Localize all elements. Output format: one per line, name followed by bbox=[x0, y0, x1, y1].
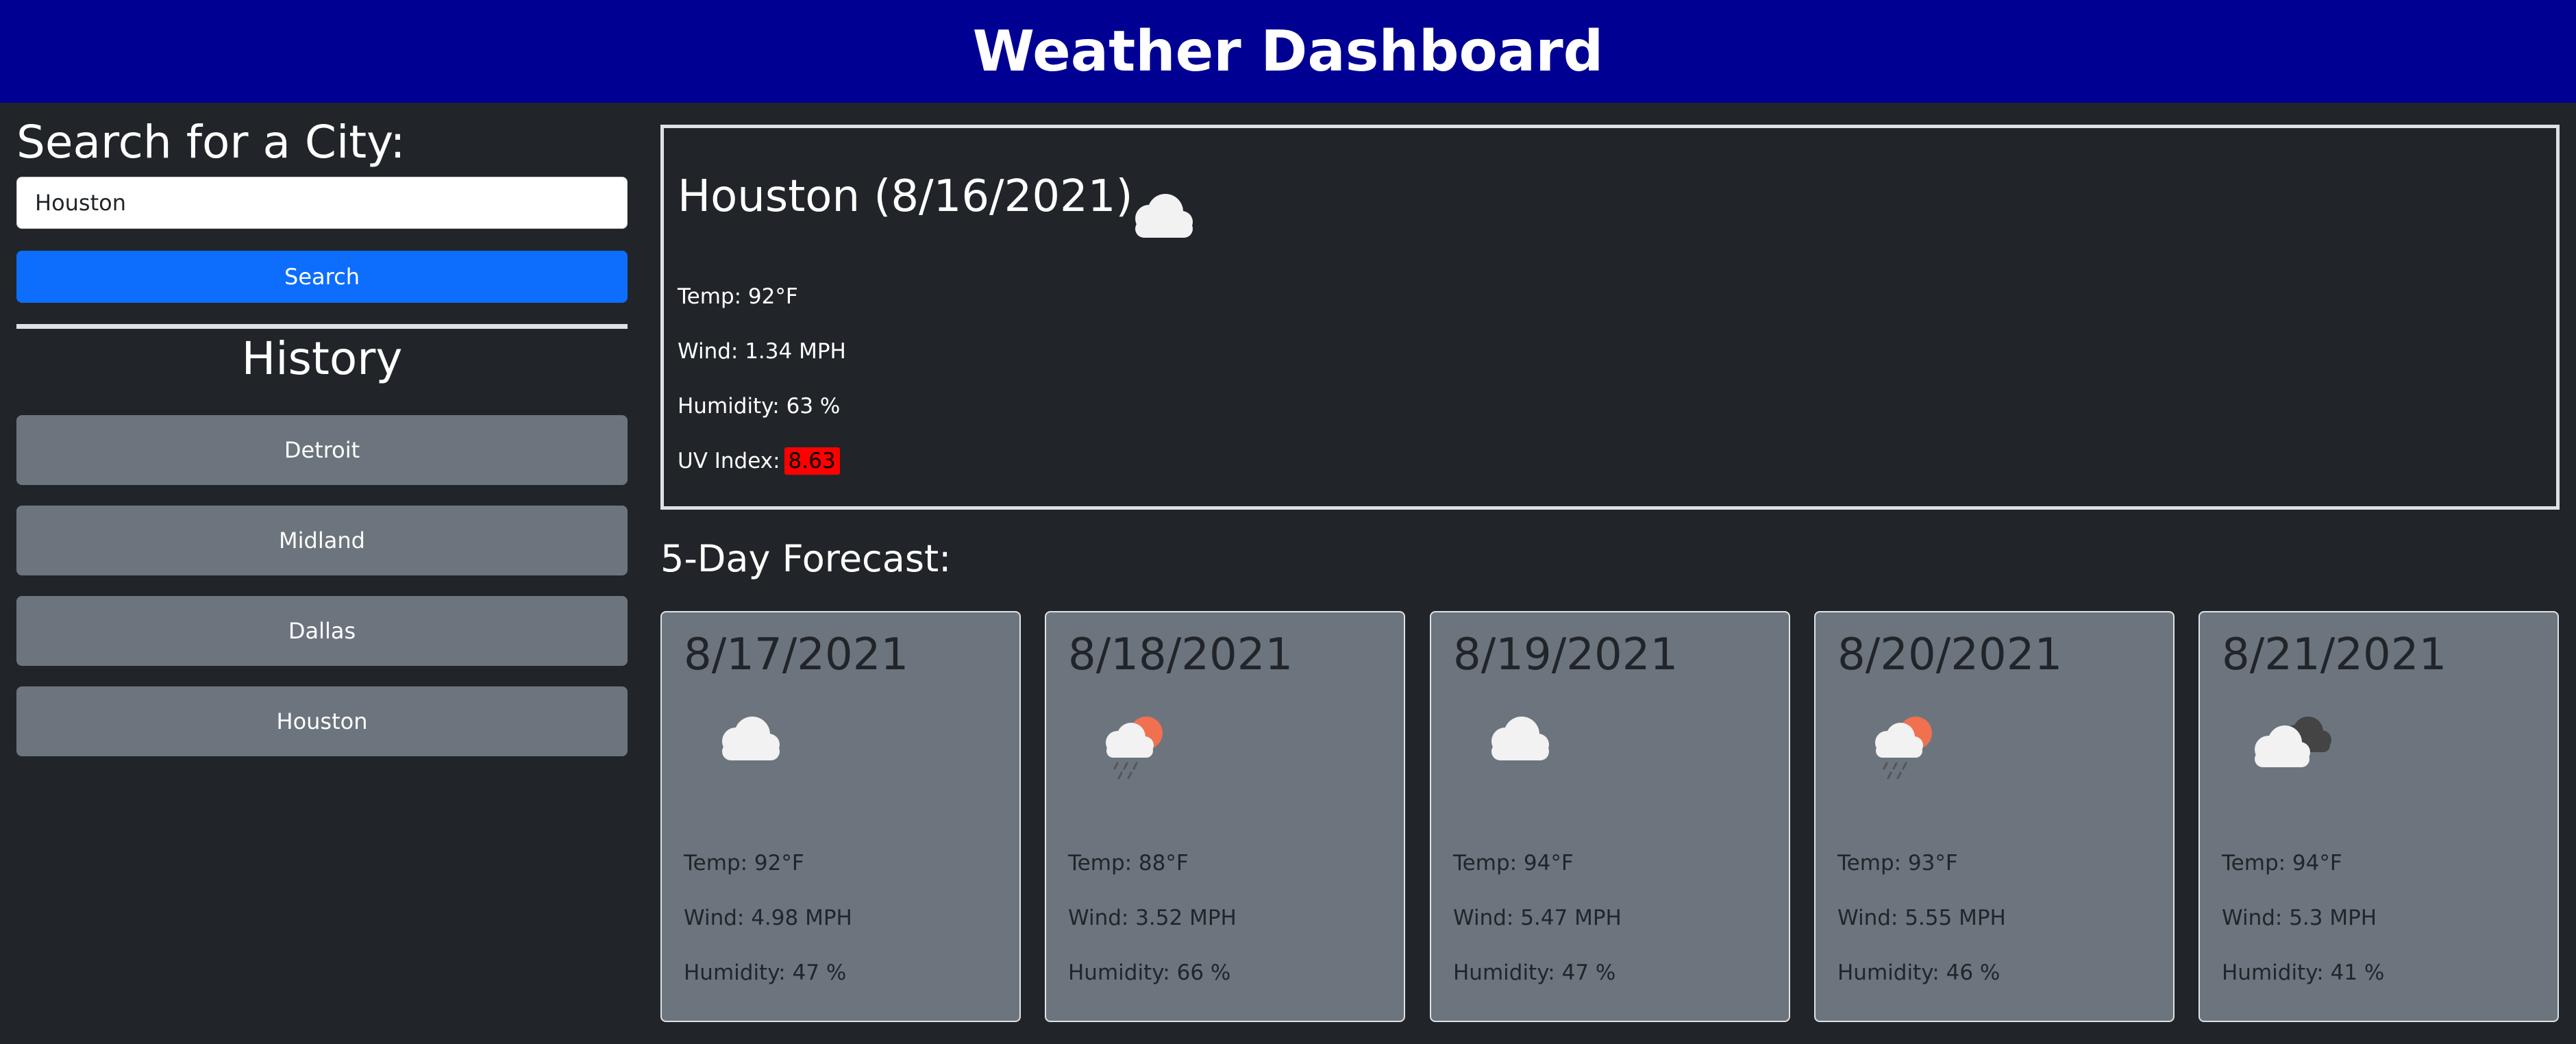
forecast-date: 8/19/2021 bbox=[1453, 630, 1679, 680]
search-button[interactable]: Search bbox=[16, 251, 628, 303]
current-weather-panel: Houston (8/16/2021) Temp: 92°F Wind: 1.3… bbox=[660, 125, 2560, 510]
history-item-midland[interactable]: Midland bbox=[16, 506, 628, 575]
history-item-dallas[interactable]: Dallas bbox=[16, 596, 628, 666]
current-humidity: Humidity: 63 % bbox=[678, 394, 841, 419]
forecast-humidity: Humidity: 46 % bbox=[1837, 960, 2001, 985]
forecast-card: 8/20/2021 Temp: 93°F Wind: 5.55 MPH Humi… bbox=[1814, 611, 2175, 1022]
forecast-temp: Temp: 88°F bbox=[1068, 851, 1189, 875]
forecast-date: 8/18/2021 bbox=[1068, 630, 1293, 680]
forecast-temp: Temp: 94°F bbox=[1453, 851, 1574, 875]
current-city-title: Houston (8/16/2021) bbox=[678, 171, 1133, 222]
forecast-card: 8/18/2021 Temp: 88°F Wind: 3.52 MPH Humi… bbox=[1045, 611, 1405, 1022]
forecast-humidity: Humidity: 47 % bbox=[684, 960, 847, 985]
search-title: Search for a City: bbox=[16, 116, 406, 169]
rain-sun-icon bbox=[1106, 717, 1163, 780]
forecast-date: 8/20/2021 bbox=[1837, 630, 2063, 680]
forecast-wind: Wind: 5.55 MPH bbox=[1837, 906, 2006, 930]
forecast-wind: Wind: 5.47 MPH bbox=[1453, 906, 1622, 930]
forecast-date: 8/21/2021 bbox=[2222, 630, 2447, 680]
forecast-wind: Wind: 3.52 MPH bbox=[1068, 906, 1237, 930]
forecast-humidity: Humidity: 41 % bbox=[2222, 960, 2385, 985]
divider bbox=[16, 324, 628, 329]
app-header: Weather Dashboard bbox=[0, 0, 2576, 103]
forecast-humidity: Humidity: 47 % bbox=[1453, 960, 1616, 985]
forecast-temp: Temp: 92°F bbox=[684, 851, 804, 875]
forecast-wind: Wind: 5.3 MPH bbox=[2222, 906, 2377, 930]
forecast-humidity: Humidity: 66 % bbox=[1068, 960, 1231, 985]
cloud-icon bbox=[1491, 717, 1549, 760]
history-item-houston[interactable]: Houston bbox=[16, 686, 628, 756]
current-wind: Wind: 1.34 MPH bbox=[678, 339, 846, 364]
forecast-title: 5-Day Forecast: bbox=[660, 537, 952, 580]
rain-sun-icon bbox=[1875, 717, 1932, 780]
forecast-card: 8/17/2021 Temp: 92°F Wind: 4.98 MPH Humi… bbox=[660, 611, 1021, 1022]
forecast-card: 8/21/2021 Temp: 94°F Wind: 5.3 MPH Humid… bbox=[2199, 611, 2559, 1022]
forecast-date: 8/17/2021 bbox=[684, 630, 909, 680]
forecast-temp: Temp: 93°F bbox=[1837, 851, 1958, 875]
forecast-wind: Wind: 4.98 MPH bbox=[684, 906, 852, 930]
current-uv: UV Index: 8.63 bbox=[678, 446, 840, 476]
page-title: Weather Dashboard bbox=[972, 18, 1604, 84]
forecast-card: 8/19/2021 Temp: 94°F Wind: 5.47 MPH Humi… bbox=[1430, 611, 1790, 1022]
uv-label: UV Index: bbox=[678, 449, 780, 473]
cloud-icon bbox=[722, 717, 780, 760]
history-item-detroit[interactable]: Detroit bbox=[16, 415, 628, 485]
broken-clouds-icon bbox=[2255, 717, 2331, 767]
city-search-input[interactable] bbox=[16, 177, 628, 229]
cloud-icon bbox=[1135, 194, 1193, 238]
forecast-temp: Temp: 94°F bbox=[2222, 851, 2342, 875]
history-title: History bbox=[241, 332, 403, 385]
current-temp: Temp: 92°F bbox=[678, 284, 798, 309]
uv-index-badge: 8.63 bbox=[784, 447, 840, 475]
